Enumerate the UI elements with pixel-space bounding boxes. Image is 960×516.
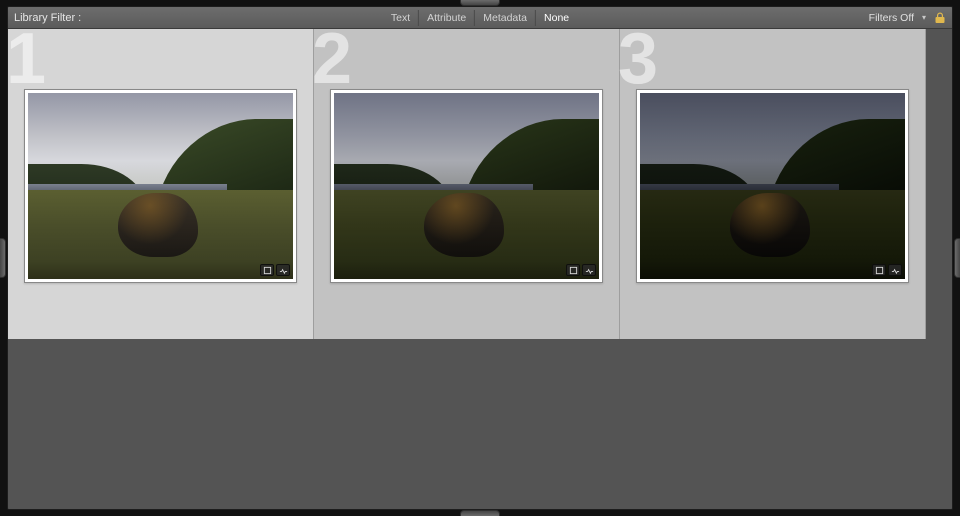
thumbnail-image <box>334 93 599 279</box>
right-panel-toggle[interactable] <box>954 238 960 278</box>
crop-badge-icon[interactable] <box>566 264 580 276</box>
develop-badge-icon[interactable] <box>276 264 290 276</box>
thumbnail-badges <box>872 264 902 276</box>
crop-badge-icon[interactable] <box>872 264 886 276</box>
filter-preset-chevron-icon[interactable]: ▾ <box>922 13 926 22</box>
library-frame: Library Filter : Text Attribute Metadata… <box>7 6 953 510</box>
crop-badge-icon[interactable] <box>260 264 274 276</box>
grid-cell[interactable]: 2 <box>314 29 620 339</box>
thumbnail-frame[interactable] <box>636 89 909 283</box>
thumbnail-image <box>640 93 905 279</box>
thumbnail-image <box>28 93 293 279</box>
cell-index: 2 <box>312 23 349 95</box>
grid-cell[interactable]: 3 <box>620 29 926 339</box>
grid-cell[interactable]: 1 <box>8 29 314 339</box>
cell-index: 3 <box>618 23 655 95</box>
cell-index: 1 <box>7 23 43 95</box>
bottom-panel-toggle[interactable] <box>460 510 500 516</box>
filters-off-group: Filters Off ▾ <box>869 12 946 24</box>
filter-tab-text[interactable]: Text <box>383 10 418 26</box>
filter-tab-attribute[interactable]: Attribute <box>418 10 474 26</box>
develop-badge-icon[interactable] <box>888 264 902 276</box>
thumbnail-frame[interactable] <box>24 89 297 283</box>
thumbnail-badges <box>260 264 290 276</box>
thumbnail-badges <box>566 264 596 276</box>
left-panel-toggle[interactable] <box>0 238 6 278</box>
thumbnail-frame[interactable] <box>330 89 603 283</box>
filter-tabs: Text Attribute Metadata None <box>383 10 577 26</box>
filter-tab-none[interactable]: None <box>535 10 577 26</box>
grid-empty-area <box>926 29 952 509</box>
lock-icon[interactable] <box>934 12 946 24</box>
filter-tab-metadata[interactable]: Metadata <box>474 10 535 26</box>
library-filter-bar: Library Filter : Text Attribute Metadata… <box>8 7 952 29</box>
develop-badge-icon[interactable] <box>582 264 596 276</box>
filters-off-button[interactable]: Filters Off <box>869 12 914 24</box>
thumbnail-grid[interactable]: 1 2 <box>8 29 952 509</box>
library-filter-label: Library Filter : <box>14 12 81 24</box>
